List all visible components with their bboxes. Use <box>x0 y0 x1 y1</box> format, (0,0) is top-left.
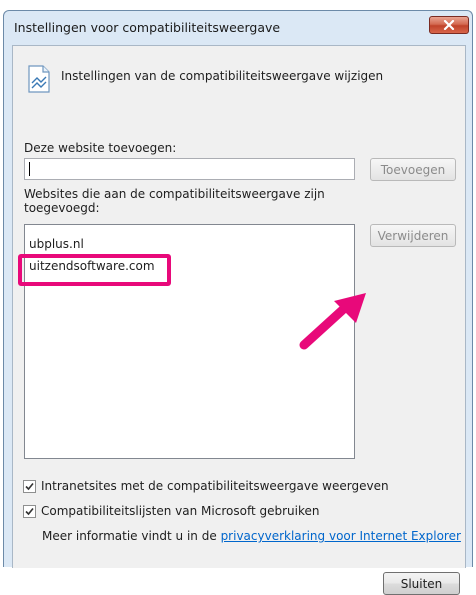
privacy-link[interactable]: privacyverklaring voor Internet Explorer <box>221 529 461 543</box>
close-window-button[interactable] <box>429 16 469 34</box>
close-button-label: Sluiten <box>400 576 443 591</box>
close-button[interactable]: Sluiten <box>383 572 460 595</box>
checkmark-icon <box>25 482 34 490</box>
text-caret <box>29 162 30 176</box>
option-label: Intranetsites met de compatibiliteitswee… <box>41 479 389 493</box>
remove-button-label: Verwijderen <box>377 228 449 243</box>
info-text: Meer informatie vindt u in de privacyver… <box>42 529 461 543</box>
remove-button[interactable]: Verwijderen <box>370 224 456 247</box>
add-site-label: Deze website toevoegen: <box>24 141 177 155</box>
add-button-label: Toevoegen <box>380 162 446 177</box>
option-microsoft-lists[interactable]: Compatibiliteitslijsten van Microsoft ge… <box>23 504 319 518</box>
annotation-highlight-box <box>18 254 171 286</box>
header-text: Instellingen van de compatibiliteitsweer… <box>61 69 384 83</box>
checkmark-icon <box>25 507 34 515</box>
list-item[interactable]: ubplus.nl <box>29 237 84 251</box>
annotation-arrow-icon <box>299 293 366 350</box>
site-list-label: Websites die aan de compatibiliteitsweer… <box>24 187 325 215</box>
add-site-input[interactable] <box>24 158 355 180</box>
dialog-body: Instellingen van de compatibiliteitsweer… <box>12 45 466 595</box>
info-prefix: Meer informatie vindt u in de <box>42 529 217 543</box>
window-title: Instellingen voor compatibiliteitsweerga… <box>14 20 281 35</box>
option-label: Compatibiliteitslijsten van Microsoft ge… <box>41 504 320 518</box>
checkbox-intranet[interactable] <box>23 479 36 493</box>
compat-view-icon <box>28 65 50 93</box>
checkbox-microsoft-lists[interactable] <box>23 504 36 518</box>
title-bar: Instellingen voor compatibiliteitsweerga… <box>4 11 472 45</box>
close-icon <box>443 20 455 30</box>
dialog-window: Instellingen voor compatibiliteitsweerga… <box>3 10 473 595</box>
option-intranet[interactable]: Intranetsites met de compatibiliteitswee… <box>23 479 389 493</box>
add-button[interactable]: Toevoegen <box>370 158 456 181</box>
